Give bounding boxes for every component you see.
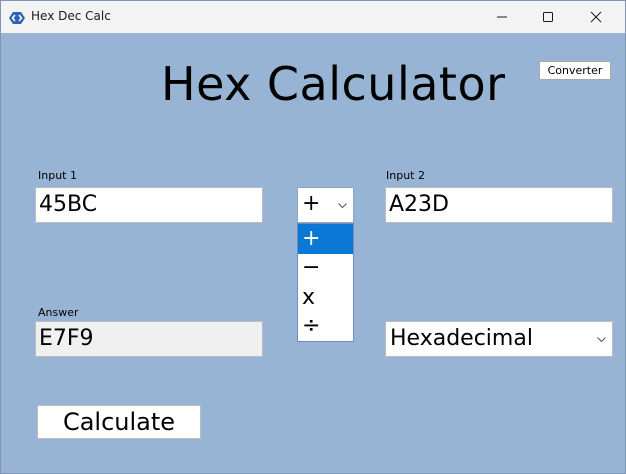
- hex-calc-app-icon: [9, 10, 25, 24]
- answer-field: E7F9: [35, 321, 263, 357]
- operator-option-minus[interactable]: −: [298, 253, 353, 283]
- operator-dropdown-list: + − x ÷: [297, 223, 354, 342]
- operator-option-plus[interactable]: +: [298, 224, 353, 254]
- converter-button[interactable]: Converter: [539, 61, 611, 80]
- minimize-icon: [497, 16, 507, 18]
- base-select[interactable]: Hexadecimal: [385, 321, 613, 357]
- title-bar[interactable]: Hex Dec Calc: [1, 1, 625, 33]
- close-button[interactable]: [573, 1, 619, 33]
- input2-label: Input 2: [386, 169, 425, 182]
- operator-select[interactable]: +: [297, 187, 354, 223]
- maximize-icon: [543, 12, 553, 22]
- close-icon: [590, 11, 602, 23]
- operator-option-divide[interactable]: ÷: [298, 311, 353, 341]
- chevron-down-icon: [597, 337, 606, 343]
- input1-field[interactable]: 45BC: [35, 187, 263, 223]
- page-title: Hex Calculator: [161, 57, 506, 111]
- window-title: Hex Dec Calc: [31, 9, 111, 23]
- app-window: Hex Dec Calc Hex Calculator Converter In…: [0, 0, 626, 474]
- base-selected-value: Hexadecimal: [390, 326, 533, 351]
- operator-option-multiply[interactable]: x: [298, 283, 353, 313]
- minimize-button[interactable]: [479, 1, 525, 33]
- operator-selected-value: +: [302, 191, 321, 216]
- chevron-down-icon: [338, 203, 347, 209]
- calculate-button[interactable]: Calculate: [37, 405, 201, 439]
- input1-label: Input 1: [38, 169, 77, 182]
- answer-label: Answer: [38, 306, 79, 319]
- maximize-button[interactable]: [525, 1, 571, 33]
- input2-field[interactable]: A23D: [385, 187, 613, 223]
